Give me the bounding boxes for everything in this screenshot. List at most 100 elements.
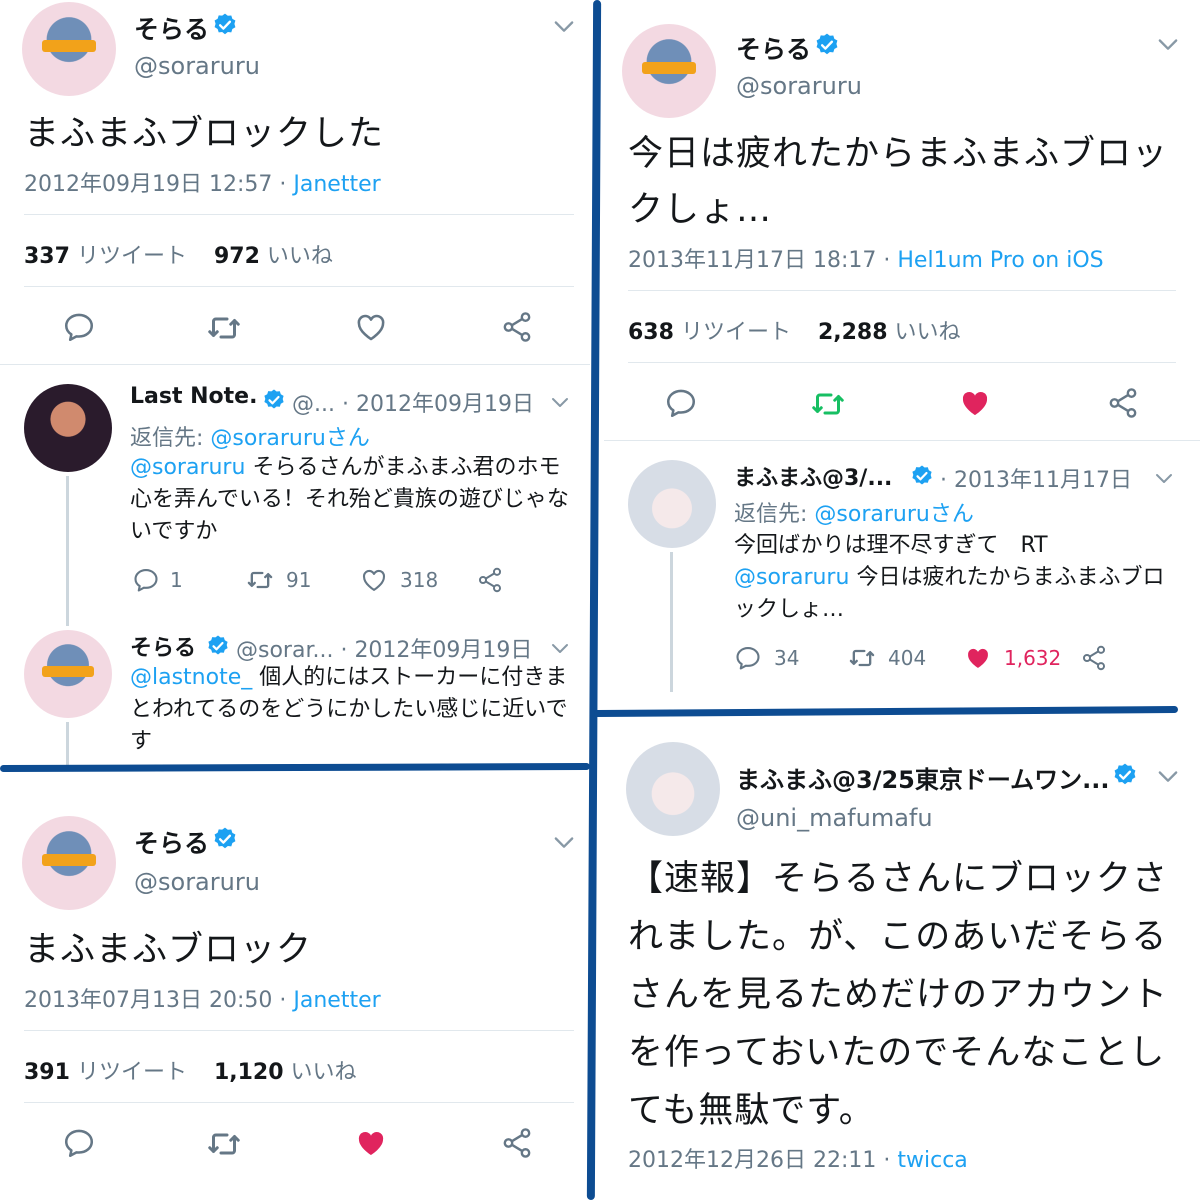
reply-icon[interactable] (664, 386, 698, 420)
verified-badge-icon (212, 826, 238, 852)
retweet-label[interactable]: リツイート (77, 1060, 187, 1085)
retweet-icon[interactable] (848, 644, 876, 672)
tweet-timestamp: 2013年07月13日 20:50 · Janetter (24, 982, 381, 1014)
reply-text: @lastnote_ 個人的にはストーカーに付きまとわれてるのをどうにかしたい感… (130, 662, 570, 758)
display-name[interactable]: そらる (736, 30, 811, 66)
retweet-count[interactable]: 337 (24, 244, 70, 269)
date-text[interactable]: 2012年09月19日 12:57 (24, 172, 272, 197)
share-icon[interactable] (500, 1126, 534, 1160)
avatar-soraru[interactable] (622, 24, 716, 118)
divider (604, 440, 1200, 441)
reply-handle-date: @sorar... · 2012年09月19日 (236, 632, 532, 664)
like-label[interactable]: いいね (267, 244, 333, 269)
chevron-down-icon[interactable] (550, 828, 578, 856)
replying-to-link[interactable]: @soraruruさん (210, 426, 369, 451)
retweet-icon[interactable] (206, 310, 242, 346)
display-name[interactable]: Last Note. (130, 384, 257, 409)
chevron-down-icon[interactable] (550, 12, 578, 40)
date-text[interactable]: 2012年12月26日 22:11 (628, 1148, 876, 1173)
like-icon[interactable] (354, 310, 388, 344)
reply-date[interactable]: · 2013年11月17日 (940, 462, 1132, 494)
meta-separator: · (279, 988, 287, 1013)
chevron-down-icon[interactable] (1154, 30, 1182, 58)
share-icon[interactable] (476, 566, 504, 594)
chevron-down-icon[interactable] (1152, 466, 1176, 490)
display-name[interactable]: そらる (130, 630, 196, 662)
retweet-icon[interactable] (206, 1126, 242, 1162)
mention-link[interactable]: @lastnote_ (130, 665, 252, 690)
chevron-down-icon[interactable] (548, 390, 572, 414)
username[interactable]: @soraruru (134, 868, 260, 896)
tweet-timestamp: 2013年11月17日 18:17 · Hel1um Pro on iOS (628, 242, 1104, 274)
client-link[interactable]: Janetter (293, 988, 380, 1013)
like-icon[interactable] (360, 566, 388, 594)
avatar-mafumafu[interactable] (628, 460, 716, 548)
display-name[interactable]: まふまふ@3/25東京ドームワン... (736, 760, 1110, 795)
retweet-label[interactable]: リツイート (77, 244, 187, 269)
retweet-icon-active[interactable] (810, 386, 846, 422)
tweet-text: 【速報】そらるさんにブロックされました。が、このあいだそらるさんを見るためだけの… (628, 859, 1169, 1131)
tweet-stats: 391 リツイート 1,120 いいね (24, 1054, 357, 1086)
thread-line (670, 552, 673, 692)
client-link[interactable]: Hel1um Pro on iOS (897, 248, 1103, 273)
meta-separator: · (883, 1148, 891, 1173)
display-name[interactable]: まふまふ@3/... (734, 460, 892, 492)
share-icon[interactable] (1106, 386, 1140, 420)
display-name[interactable]: そらる (134, 10, 209, 46)
share-icon[interactable] (500, 310, 534, 344)
chevron-down-icon[interactable] (548, 636, 572, 660)
like-count: 1,632 (1004, 646, 1062, 670)
like-label[interactable]: いいね (291, 1060, 357, 1085)
tweet-panel-bottom-right: まふまふ@3/25東京ドームワン... @uni_mafumafu 【速報】そら… (604, 722, 1200, 1200)
avatar-soraru[interactable] (22, 816, 116, 910)
tweet-text: 今日は疲れたからまふまふブロックしょ… (628, 134, 1169, 230)
reply-icon[interactable] (62, 1126, 96, 1160)
retweet-count[interactable]: 638 (628, 320, 674, 345)
like-icon-filled[interactable] (354, 1126, 388, 1160)
date-text[interactable]: · 2012年09月19日 (342, 392, 534, 417)
like-count[interactable]: 2,288 (818, 320, 888, 345)
reply-icon[interactable] (62, 310, 96, 344)
like-count[interactable]: 972 (214, 244, 260, 269)
date-text[interactable]: · 2012年09月19日 (340, 638, 532, 663)
like-count: 318 (400, 568, 439, 592)
like-icon-filled[interactable] (958, 386, 992, 420)
client-link[interactable]: Janetter (293, 172, 380, 197)
reply-text: 今回ばかりは理不尽すぎて RT @soraruru 今日は疲れたからまふまふブロ… (734, 530, 1174, 626)
divider-horizontal-left (0, 762, 591, 773)
mention-link[interactable]: @soraruru (734, 565, 849, 590)
verified-badge-icon (814, 32, 840, 58)
date-text[interactable]: 2013年11月17日 18:17 (628, 248, 876, 273)
username[interactable]: @soraruru (736, 72, 862, 100)
username[interactable]: @soraruru (134, 52, 260, 80)
avatar-soraru[interactable] (22, 2, 116, 96)
retweet-icon[interactable] (246, 566, 274, 594)
replying-to-link[interactable]: @soraruruさん (814, 502, 973, 527)
avatar-soraru[interactable] (24, 630, 112, 718)
reply-count: 34 (774, 646, 800, 670)
chevron-down-icon[interactable] (1154, 762, 1182, 790)
username[interactable]: @sorar... (236, 638, 333, 663)
date-text[interactable]: 2013年07月13日 20:50 (24, 988, 272, 1013)
username[interactable]: @uni_mafumafu (736, 804, 933, 832)
display-name[interactable]: そらる (134, 824, 209, 860)
reply-header: Last Note. (130, 384, 257, 409)
tweet-text: まふまふブロックした (24, 114, 385, 154)
retweet-count[interactable]: 391 (24, 1060, 70, 1085)
client-link[interactable]: twicca (897, 1148, 967, 1173)
avatar-mafumafu[interactable] (626, 742, 720, 836)
like-count[interactable]: 1,120 (214, 1060, 284, 1085)
like-icon-filled[interactable] (964, 644, 992, 672)
like-label[interactable]: いいね (895, 320, 961, 345)
reply-icon[interactable] (132, 566, 160, 594)
username[interactable]: @... (292, 392, 335, 417)
mention-link[interactable]: @soraruru (130, 455, 245, 480)
retweet-label[interactable]: リツイート (681, 320, 791, 345)
verified-badge-icon (206, 634, 230, 658)
meta-separator: · (279, 172, 287, 197)
reply-icon[interactable] (734, 644, 762, 672)
share-icon[interactable] (1080, 644, 1108, 672)
replying-to: 返信先: @soraruruさん (734, 496, 974, 528)
thread-line (66, 476, 69, 626)
avatar-lastnote[interactable] (24, 384, 112, 472)
